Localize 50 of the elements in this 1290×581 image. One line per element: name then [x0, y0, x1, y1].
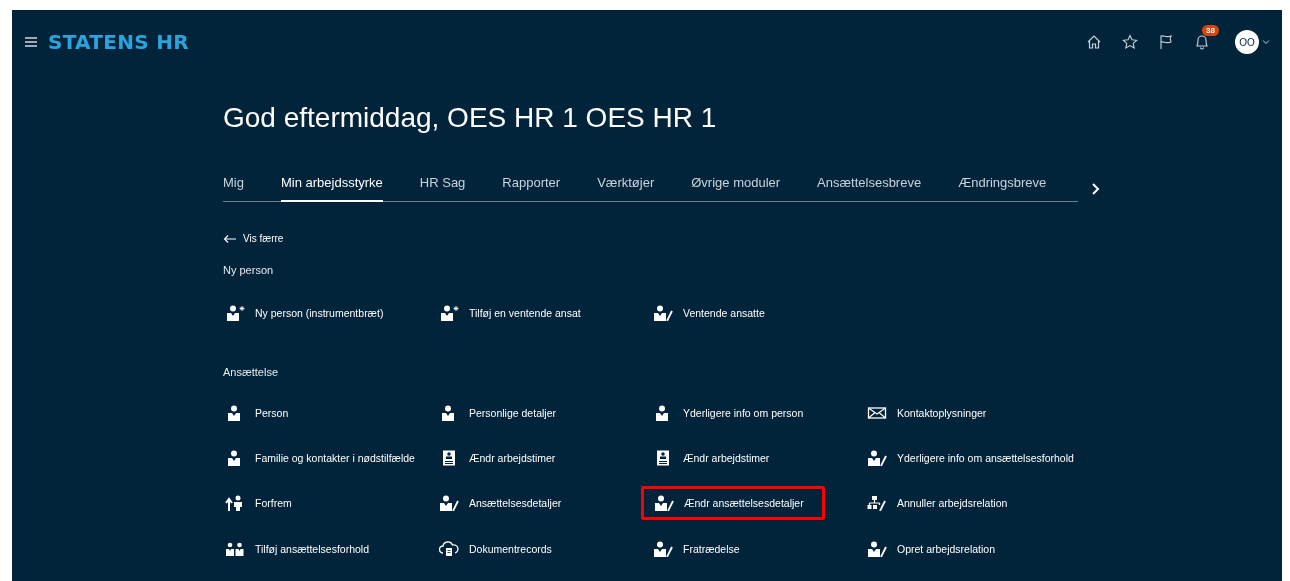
person-edit-icon [439, 495, 459, 512]
menu-link[interactable]: Person [213, 395, 301, 430]
envelope-icon [867, 404, 887, 421]
org-chart-icon [867, 495, 887, 512]
arrow-left-icon [223, 233, 237, 244]
menu-link[interactable]: Personlige detaljer [427, 395, 568, 430]
person-edit-icon [654, 495, 674, 512]
nav-tab[interactable]: Rapporter [502, 175, 561, 202]
person-edit-icon [653, 540, 673, 557]
menu-link[interactable]: Tilføj ansættelsesforhold [213, 531, 381, 566]
menu-link[interactable]: Ventende ansatte [641, 296, 777, 331]
person-edit-icon [653, 305, 673, 322]
chevron-right-icon[interactable] [1090, 181, 1102, 196]
section-heading: Ansættelse [223, 365, 280, 378]
menu-link[interactable]: Forfrem [213, 486, 304, 521]
person-edit-icon [867, 540, 887, 557]
menu-link[interactable]: Ny person (instrumentbræt) [213, 296, 396, 331]
nav-tab[interactable]: Værktøjer [597, 175, 655, 202]
menu-link[interactable]: Yderligere info om ansættelsesforhold [855, 440, 1086, 475]
person-add-icon [439, 305, 459, 322]
nav-tab[interactable]: Ændringsbreve [958, 175, 1047, 202]
show-less-link[interactable]: Vis færre [223, 233, 284, 244]
notification-badge: 38 [1202, 25, 1219, 36]
menu-link[interactable]: Ændr arbejdstimer [641, 440, 782, 475]
people-icon [225, 540, 245, 557]
nav-tab[interactable]: Min arbejdsstyrke [280, 175, 383, 202]
menu-link[interactable]: Dokumentrecords [427, 531, 564, 566]
menu-link[interactable]: Kontaktoplysninger [855, 395, 999, 430]
menu-link[interactable]: Familie og kontakter i nødstilfælde [213, 440, 427, 475]
menu-link[interactable]: Opret arbejdsrelation [855, 531, 1008, 566]
nav-tab[interactable]: Ansættelsesbreve [817, 175, 922, 202]
person-edit-icon [867, 449, 887, 466]
menu-link[interactable]: Yderligere info om person [641, 395, 816, 430]
menu-link[interactable]: Fratrædelse [641, 531, 752, 566]
highlighted-menu-link[interactable]: Ændr ansættelsesdetaljer [641, 486, 825, 521]
caret-icon[interactable] [1262, 39, 1270, 45]
nav-tab[interactable]: Mig [223, 175, 244, 202]
person-arrow-icon [225, 495, 245, 512]
user-avatar[interactable]: OO [1235, 30, 1259, 54]
menu-link[interactable]: Annuller arbejdsrelation [855, 486, 1020, 521]
menu-link[interactable]: Ændr arbejdstimer [427, 440, 568, 475]
logo[interactable]: STATENS HR [48, 30, 189, 54]
section-heading: Ny person [223, 263, 275, 276]
nav-tab[interactable]: HR Sag [419, 175, 466, 202]
menu-link[interactable]: Ansættelsesdetaljer [427, 486, 574, 521]
nav-tab[interactable]: Øvrige moduler [691, 175, 781, 202]
greeting-heading: God eftermiddag, OES HR 1 OES HR 1 [223, 101, 718, 135]
menu-link[interactable]: Tilføj en ventende ansat [427, 296, 593, 331]
cloud-document-icon [439, 540, 459, 557]
person-add-icon [225, 305, 245, 322]
